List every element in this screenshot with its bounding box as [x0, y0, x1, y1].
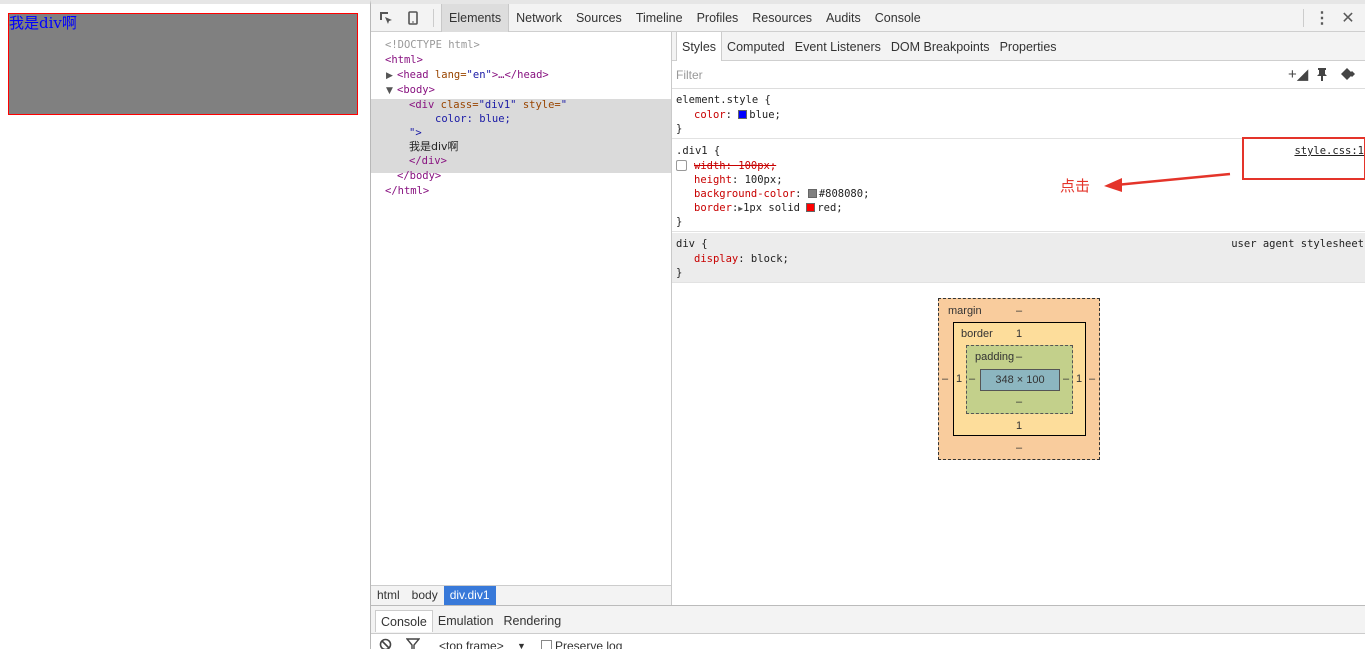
devtools-window: Elements Network Sources Timeline Profil…	[370, 0, 1365, 649]
expand-arrow-icon[interactable]: ▶	[386, 69, 393, 84]
dom-line-html[interactable]: <html>	[385, 53, 423, 68]
border-bottom-value: 1	[1016, 420, 1023, 432]
tab-event-listeners[interactable]: Event Listeners	[790, 32, 886, 60]
demo-div[interactable]: 我是div啊	[8, 13, 358, 115]
dom-tree: <!DOCTYPE html> <html> ▶ <head lang="en"…	[371, 32, 671, 584]
tab-dom-breakpoints[interactable]: DOM Breakpoints	[886, 32, 995, 60]
tab-resources[interactable]: Resources	[745, 4, 819, 32]
tab-styles[interactable]: Styles	[676, 32, 723, 61]
styles-sidebar: Styles Computed Event Listeners DOM Brea…	[672, 32, 1365, 605]
tab-profiles[interactable]: Profiles	[690, 4, 746, 32]
tab-elements[interactable]: Elements	[441, 4, 510, 32]
prop-display: display: block;	[694, 253, 789, 265]
new-style-rule-icon[interactable]: +◢	[1288, 65, 1308, 83]
dom-line-div[interactable]: <div class="div1" style="	[409, 98, 567, 113]
filter-icon[interactable]	[405, 638, 421, 649]
console-drawer: Console Emulation Rendering <top frame> …	[371, 605, 1365, 649]
drawer-tab-console[interactable]: Console	[375, 610, 433, 632]
dropdown-arrow-icon[interactable]: ▼	[517, 641, 526, 649]
dom-line-body[interactable]: <body>	[397, 83, 435, 98]
padding-label: padding	[975, 351, 1015, 363]
selector-div[interactable]: div {	[676, 237, 708, 252]
tab-timeline[interactable]: Timeline	[629, 4, 690, 32]
crumb-html[interactable]: html	[371, 586, 406, 605]
close-brace: }	[676, 123, 683, 135]
close-icon[interactable]: ✕	[1339, 9, 1357, 27]
padding-top-value: –	[1016, 351, 1023, 363]
padding-right-value: –	[1063, 373, 1070, 385]
more-options-icon[interactable]: ⋮	[1313, 9, 1331, 27]
border-right-value: 1	[1076, 373, 1083, 385]
dom-line-doctype[interactable]: <!DOCTYPE html>	[385, 38, 480, 53]
selector-element-style[interactable]: element.style {	[676, 93, 771, 108]
devtools-toolbar: Elements Network Sources Timeline Profil…	[371, 4, 1365, 32]
border-left-value: 1	[956, 373, 963, 385]
frame-selector[interactable]: <top frame>	[439, 639, 504, 649]
color-swatch-red[interactable]	[806, 203, 816, 212]
border-top-value: 1	[1016, 328, 1023, 340]
annotation-text: 点击	[1060, 177, 1091, 195]
rule-element-style: element.style { color: blue; }	[672, 89, 1365, 139]
dom-line-body-close: </body>	[397, 170, 442, 182]
crumb-div1[interactable]: div.div1	[443, 586, 496, 605]
close-brace: }	[676, 216, 683, 228]
property-checkbox[interactable]	[676, 160, 687, 171]
crumb-body[interactable]: body	[406, 586, 444, 605]
main-tabs: Elements Network Sources Timeline Profil…	[441, 4, 928, 32]
tab-audits[interactable]: Audits	[819, 4, 868, 32]
sidebar-tabs: Styles Computed Event Listeners DOM Brea…	[672, 32, 1365, 61]
dom-line-div-close: </div>	[409, 155, 447, 167]
tab-sources[interactable]: Sources	[569, 4, 629, 32]
box-model-content[interactable]: 348 × 100	[980, 369, 1060, 391]
margin-bottom-value: –	[1016, 442, 1023, 454]
prop-height[interactable]: height: 100px;	[694, 173, 783, 188]
margin-right-value: –	[1089, 373, 1096, 385]
tab-network[interactable]: Network	[509, 4, 569, 32]
clear-console-icon[interactable]	[379, 638, 392, 649]
filter-input[interactable]	[676, 67, 876, 83]
dom-line-head[interactable]: <head lang="en">…</head>	[397, 68, 549, 83]
color-swatch-blue[interactable]	[738, 110, 748, 119]
padding-bottom-value: –	[1016, 396, 1023, 408]
device-mode-icon[interactable]	[404, 9, 422, 27]
filter-row: +◢	[672, 61, 1365, 89]
prop-width[interactable]: width: 100px;	[694, 159, 776, 174]
close-brace: }	[676, 267, 683, 279]
drawer-tabs: Console Emulation Rendering	[375, 610, 566, 632]
tab-computed[interactable]: Computed	[722, 32, 790, 60]
console-toolbar: <top frame> ▼ Preserve log	[371, 633, 1365, 649]
tab-console[interactable]: Console	[868, 4, 928, 32]
inspect-icon[interactable]	[377, 9, 395, 27]
dom-line-text[interactable]: 我是div啊	[409, 140, 459, 155]
selector-div1[interactable]: .div1 {	[676, 144, 720, 159]
rule-user-agent-div: div { user agent stylesheet display: blo…	[672, 233, 1365, 283]
tab-properties[interactable]: Properties	[995, 32, 1062, 60]
border-label: border	[961, 328, 993, 340]
prop-color[interactable]: color: blue;	[694, 108, 781, 123]
drawer-tab-emulation[interactable]: Emulation	[433, 610, 499, 632]
prop-background-color[interactable]: background-color: #808080;	[694, 187, 869, 202]
dom-line-style-value: color: blue;	[435, 113, 511, 125]
padding-left-value: –	[969, 373, 976, 385]
annotation-highlight-box	[1242, 137, 1365, 180]
color-swatch-gray[interactable]	[807, 189, 817, 198]
source-user-agent: user agent stylesheet	[1231, 238, 1364, 250]
margin-left-value: –	[942, 373, 949, 385]
breadcrumb: html body div.div1	[371, 585, 671, 605]
dom-line-html-close: </html>	[385, 185, 430, 197]
prop-border[interactable]: border:▶1px solid red;	[694, 201, 843, 217]
margin-top-value: –	[1016, 305, 1023, 317]
dom-line-style-end: ">	[409, 127, 422, 139]
pin-icon[interactable]	[1316, 67, 1328, 84]
drawer-tab-rendering[interactable]: Rendering	[498, 610, 566, 632]
margin-label: margin	[948, 305, 982, 317]
collapse-arrow-icon[interactable]: ▼	[386, 84, 393, 99]
page-preview: 我是div啊	[0, 0, 370, 649]
preserve-log-checkbox[interactable]	[541, 640, 552, 649]
preserve-log-label[interactable]: Preserve log	[555, 639, 622, 649]
toggle-element-state-icon[interactable]	[1340, 67, 1356, 84]
annotation-arrow-icon	[1104, 172, 1231, 192]
